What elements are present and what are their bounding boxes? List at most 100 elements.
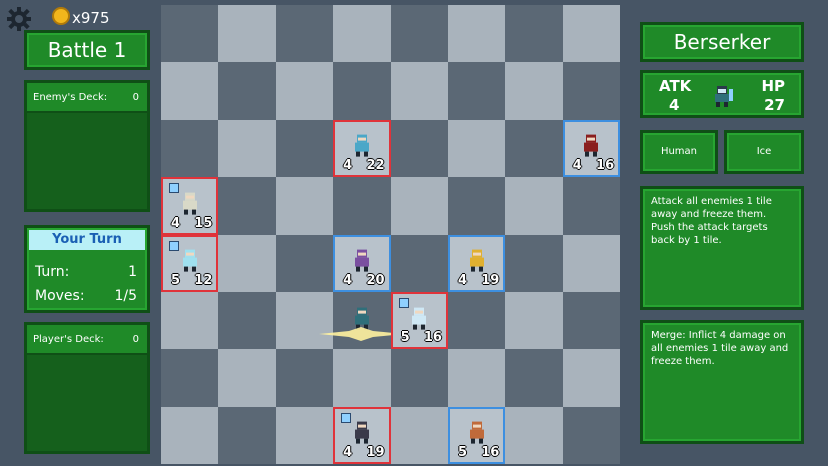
board-tile[interactable] bbox=[161, 5, 219, 63]
frozen-status-icon bbox=[398, 297, 409, 308]
enemy-unit[interactable]: 5 16 bbox=[390, 291, 448, 350]
board-tile[interactable] bbox=[333, 349, 391, 407]
board-tile[interactable] bbox=[505, 234, 563, 292]
board-tile[interactable] bbox=[447, 177, 506, 235]
board-tile[interactable] bbox=[505, 62, 563, 120]
unit-sprite-icon bbox=[408, 306, 430, 330]
board-tile[interactable] bbox=[390, 406, 448, 465]
board-tile[interactable] bbox=[275, 406, 334, 465]
board-tile[interactable]: 5 12 bbox=[161, 234, 219, 292]
moves-value: 1/5 bbox=[114, 288, 137, 304]
board-tile[interactable] bbox=[218, 349, 276, 407]
unit-atk: 5 bbox=[400, 330, 410, 346]
board-tile[interactable] bbox=[390, 177, 448, 235]
unit-atk: 4 bbox=[171, 215, 181, 231]
coin-icon bbox=[52, 7, 70, 25]
enemy-unit[interactable]: 4 15 bbox=[161, 177, 219, 235]
unit-hp: 12 bbox=[194, 272, 213, 288]
board-tile[interactable] bbox=[275, 5, 334, 63]
board-tile[interactable] bbox=[218, 119, 276, 178]
merge-text: Merge: Inflict 4 damage on all enemies 1… bbox=[651, 330, 789, 367]
board-tile[interactable] bbox=[390, 349, 448, 407]
board-tile[interactable] bbox=[447, 5, 506, 63]
board-tile[interactable] bbox=[390, 234, 448, 292]
game-board[interactable]: 4 22 4 16 4 15 5 12 4 20 4 19 5 16 4 19 5 16 bbox=[161, 5, 621, 465]
board-tile[interactable] bbox=[505, 291, 563, 350]
board-tile[interactable] bbox=[218, 62, 276, 120]
board-tile[interactable] bbox=[218, 234, 276, 292]
board-tile[interactable] bbox=[447, 349, 506, 407]
player-deck-panel: Player's Deck: 0 bbox=[24, 322, 150, 454]
board-tile[interactable]: 5 16 bbox=[447, 406, 506, 465]
board-tile[interactable] bbox=[390, 62, 448, 120]
board-tile[interactable]: 4 16 bbox=[562, 119, 621, 178]
board-tile[interactable] bbox=[390, 119, 448, 178]
frozen-status-icon bbox=[169, 240, 179, 251]
turn-label: Turn: bbox=[35, 264, 70, 280]
board-tile[interactable] bbox=[505, 177, 563, 235]
player-unit[interactable]: 4 20 bbox=[333, 234, 391, 292]
unit-name-panel: Berserker bbox=[640, 22, 804, 62]
board-tile[interactable] bbox=[161, 62, 219, 120]
board-tile[interactable]: 4 19 bbox=[447, 234, 506, 292]
board-tile[interactable] bbox=[390, 5, 448, 63]
board-tile[interactable] bbox=[275, 177, 334, 235]
frozen-status-icon bbox=[169, 183, 179, 194]
board-tile[interactable] bbox=[505, 406, 563, 465]
board-tile[interactable] bbox=[161, 349, 219, 407]
board-tile[interactable] bbox=[275, 349, 334, 407]
enemy-deck-count: 0 bbox=[132, 92, 139, 103]
board-tile[interactable] bbox=[319, 291, 405, 350]
board-tile[interactable] bbox=[505, 349, 563, 407]
board-tile[interactable] bbox=[218, 406, 276, 465]
board-tile[interactable] bbox=[447, 62, 506, 120]
board-tile[interactable] bbox=[505, 5, 563, 63]
board-tile[interactable] bbox=[218, 291, 276, 350]
board-tile[interactable] bbox=[275, 119, 334, 178]
board-tile[interactable] bbox=[333, 5, 391, 63]
board-tile[interactable]: 4 15 bbox=[161, 177, 219, 235]
atk-value: 4 bbox=[669, 96, 680, 114]
turn-header: Your Turn bbox=[29, 230, 145, 250]
settings-gear-icon[interactable] bbox=[6, 6, 32, 32]
unit-sprite-icon bbox=[179, 249, 201, 273]
board-tile[interactable] bbox=[562, 291, 621, 350]
board-tile[interactable]: 4 19 bbox=[333, 406, 391, 465]
board-tile[interactable] bbox=[562, 177, 621, 235]
board-tile[interactable]: 5 16 bbox=[390, 291, 448, 350]
board-tile[interactable] bbox=[161, 119, 219, 178]
enemy-unit[interactable]: 4 22 bbox=[333, 119, 391, 178]
board-tile[interactable] bbox=[161, 406, 219, 465]
board-tile[interactable] bbox=[275, 234, 334, 292]
ability-text: Attack all enemies 1 tile away and freez… bbox=[651, 196, 772, 246]
enemy-unit[interactable]: 5 12 bbox=[161, 234, 219, 292]
enemy-unit[interactable]: 4 19 bbox=[333, 406, 391, 465]
board-tile[interactable] bbox=[447, 119, 506, 178]
player-unit[interactable]: 5 16 bbox=[447, 406, 506, 465]
unit-atk: 5 bbox=[457, 445, 467, 461]
board-tile[interactable] bbox=[562, 5, 621, 63]
board-tile[interactable] bbox=[447, 291, 506, 350]
battle-title-panel: Battle 1 bbox=[24, 30, 150, 70]
board-tile[interactable]: 4 22 bbox=[333, 119, 391, 178]
board-tile[interactable] bbox=[562, 406, 621, 465]
board-tile[interactable] bbox=[218, 5, 276, 63]
board-tile[interactable] bbox=[218, 177, 276, 235]
board-tile[interactable] bbox=[333, 62, 391, 120]
moves-label: Moves: bbox=[35, 288, 85, 304]
board-tile[interactable] bbox=[562, 62, 621, 120]
board-tile[interactable] bbox=[333, 177, 391, 235]
unit-hp: 22 bbox=[366, 158, 385, 174]
tag-human-panel: Human bbox=[640, 130, 718, 174]
selected-unit[interactable] bbox=[319, 292, 405, 349]
board-tile[interactable] bbox=[161, 291, 219, 350]
board-tile[interactable] bbox=[505, 119, 563, 178]
player-unit[interactable]: 4 19 bbox=[447, 234, 506, 292]
board-tile[interactable]: 4 20 bbox=[333, 234, 391, 292]
board-tile[interactable] bbox=[562, 349, 621, 407]
unit-name: Berserker bbox=[673, 30, 771, 54]
enemy-deck-panel: Enemy's Deck: 0 bbox=[24, 80, 150, 212]
player-unit[interactable]: 4 16 bbox=[562, 119, 621, 178]
board-tile[interactable] bbox=[275, 62, 334, 120]
board-tile[interactable] bbox=[562, 234, 621, 292]
